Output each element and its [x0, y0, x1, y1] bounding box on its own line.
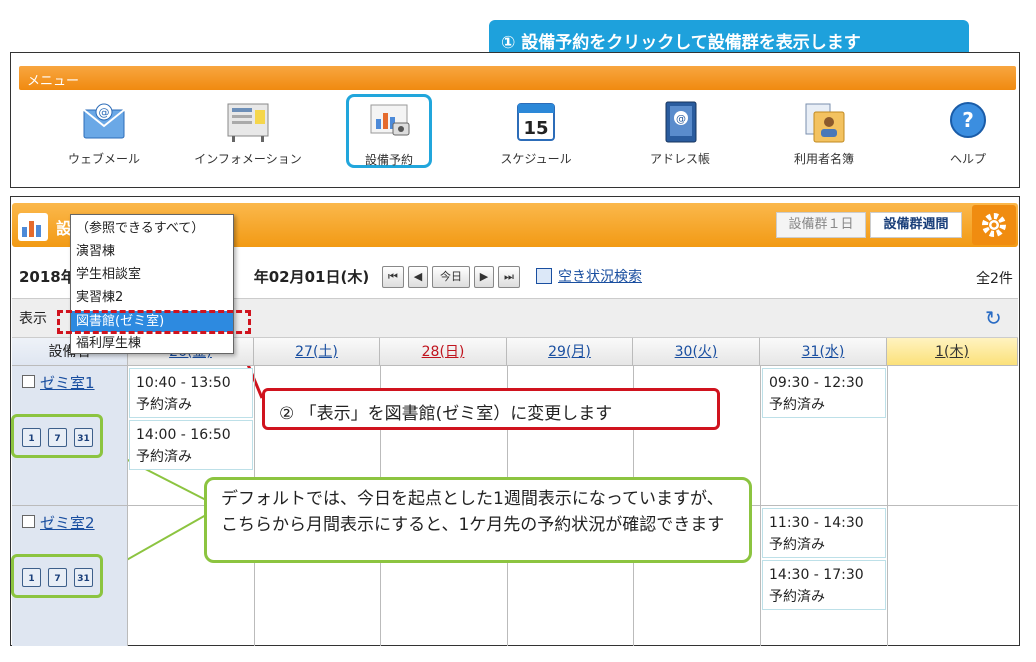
selection-highlight	[57, 310, 251, 334]
day-view-icon[interactable]: 1	[22, 428, 41, 447]
menu-item-label: 利用者名簿	[793, 152, 854, 166]
user-directory-icon	[805, 103, 845, 143]
day-header[interactable]: 27(土)	[254, 338, 380, 366]
day-header[interactable]: 29(月)	[507, 338, 633, 366]
month-view-icon[interactable]: 31	[74, 428, 93, 447]
room-checkbox[interactable]	[22, 515, 35, 528]
prev-button[interactable]: ◀	[408, 266, 428, 288]
help-icon: ?	[950, 102, 986, 138]
facility-reservation-icon	[18, 213, 48, 241]
room-checkbox[interactable]	[22, 375, 35, 388]
dropdown-option[interactable]: 演習棟	[71, 241, 233, 262]
menu-item-label: インフォメーション	[194, 152, 302, 166]
display-label: 表示	[19, 311, 47, 327]
reservation-block[interactable]: 14:30 - 17:30 予約済み	[762, 560, 886, 610]
date-start: 2018年	[19, 268, 76, 286]
group-week-button[interactable]: 設備群週間	[870, 212, 962, 238]
dropdown-option[interactable]: 学生相談室	[71, 264, 233, 285]
menu-item-schedule[interactable]: 15 スケジュール	[476, 96, 596, 176]
svg-text:?: ?	[962, 108, 974, 132]
svg-text:@: @	[99, 106, 110, 119]
menu-title: メニュー	[19, 66, 1016, 90]
refresh-icon[interactable]: ↻	[985, 306, 1002, 330]
menu-item-address-book[interactable]: @ アドレス帳	[620, 96, 740, 176]
vacancy-search-icon[interactable]	[536, 268, 552, 284]
menu-item-help[interactable]: ? ヘルプ	[908, 96, 1028, 176]
facility-reservation-icon	[370, 104, 410, 136]
information-board-icon	[227, 103, 269, 142]
day-view-icon[interactable]: 1	[22, 568, 41, 587]
menu-item-label: スケジュール	[500, 152, 572, 166]
gear-icon[interactable]	[972, 205, 1016, 245]
webmail-icon: @	[83, 103, 125, 139]
svg-text:15: 15	[523, 118, 548, 139]
callout-note: デフォルトでは、今日を起点とした1週間表示になっていますが、こちらから月間表示に…	[204, 477, 752, 563]
menu-item-label: アドレス帳	[649, 152, 710, 166]
divider	[887, 366, 888, 646]
callout-step2: ② 「表示」を図書館(ゼミ室）に変更します	[262, 388, 720, 430]
next-button[interactable]: ▶	[474, 266, 494, 288]
day-header[interactable]: 31(水)	[760, 338, 887, 366]
menu-item-facility-reservation[interactable]: 設備予約	[346, 94, 432, 168]
day-header[interactable]: 30(火)	[633, 338, 760, 366]
day-header[interactable]: 28(日)	[380, 338, 507, 366]
menu-item-webmail[interactable]: @ ウェブメール	[44, 96, 164, 176]
today-button[interactable]: 今日	[432, 266, 470, 288]
menu-item-label: 設備予約	[364, 153, 413, 167]
dropdown-option[interactable]: （参照できるすべて）	[71, 218, 233, 239]
group-day-button[interactable]: 設備群１日	[776, 212, 866, 238]
date-end: 年02月01日(木)	[253, 268, 370, 286]
dropdown-option[interactable]: 福利厚生棟	[71, 333, 233, 354]
reservation-block[interactable]: 09:30 - 12:30 予約済み	[762, 368, 886, 418]
svg-text:@: @	[676, 114, 686, 125]
menu-item-label: ヘルプ	[949, 152, 986, 166]
reservation-block[interactable]: 10:40 - 13:50 予約済み	[129, 368, 253, 418]
month-view-icon[interactable]: 31	[74, 568, 93, 587]
calendar-icon: 15	[517, 103, 555, 141]
menu-item-user-directory[interactable]: 利用者名簿	[764, 96, 884, 176]
total-count: 全2件	[976, 271, 1013, 287]
dropdown-option[interactable]: 実習棟2	[71, 287, 233, 308]
menu-item-label: ウェブメール	[67, 152, 140, 166]
room-link[interactable]: ゼミ室1	[40, 372, 95, 393]
menu-item-information[interactable]: インフォメーション	[188, 96, 308, 176]
last-page-button[interactable]: ⏭	[498, 266, 520, 288]
divider	[760, 366, 761, 646]
reservation-block[interactable]: 11:30 - 14:30 予約済み	[762, 508, 886, 558]
day-header-today[interactable]: 1(木)	[887, 338, 1018, 366]
room-link[interactable]: ゼミ室2	[40, 512, 95, 533]
address-book-icon: @	[665, 101, 697, 143]
vacancy-search-link[interactable]: 空き状況検索	[558, 266, 642, 286]
week-view-icon[interactable]: 7	[48, 428, 67, 447]
first-page-button[interactable]: ⏮	[382, 266, 404, 288]
reservation-block[interactable]: 14:00 - 16:50 予約済み	[129, 420, 253, 470]
week-view-icon[interactable]: 7	[48, 568, 67, 587]
